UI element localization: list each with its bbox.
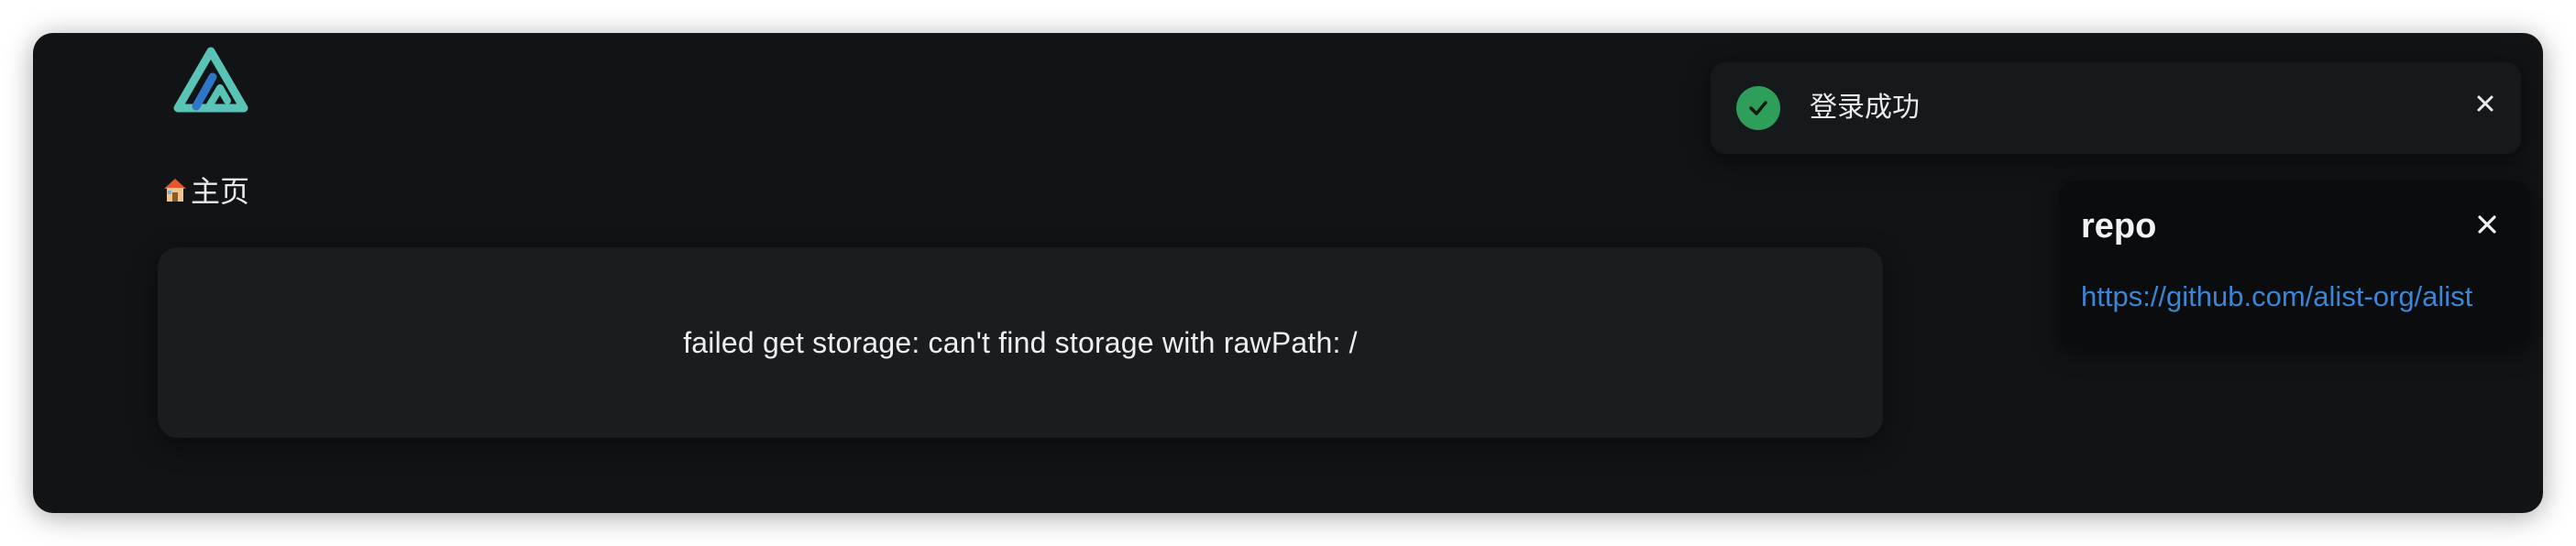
house-icon	[164, 179, 186, 202]
content-panel: failed get storage: can't find storage w…	[158, 247, 1883, 438]
check-circle-icon	[1736, 86, 1780, 130]
repo-notice: repo https://github.com/alist-org/alist	[2059, 181, 2530, 346]
toast-message: 登录成功	[1810, 93, 1920, 123]
close-icon[interactable]	[2471, 209, 2503, 240]
notice-title: repo	[2081, 207, 2157, 246]
breadcrumb: 主页	[161, 169, 249, 211]
alist-logo-icon[interactable]	[172, 46, 249, 115]
breadcrumb-home[interactable]: 主页	[191, 169, 249, 211]
login-success-toast: 登录成功	[1711, 62, 2521, 154]
error-message: failed get storage: can't find storage w…	[683, 325, 1358, 359]
close-icon[interactable]	[2471, 90, 2499, 117]
app-window: 主页 failed get storage: can't find storag…	[33, 33, 2543, 513]
repo-link[interactable]: https://github.com/alist-org/alist	[2081, 280, 2472, 313]
